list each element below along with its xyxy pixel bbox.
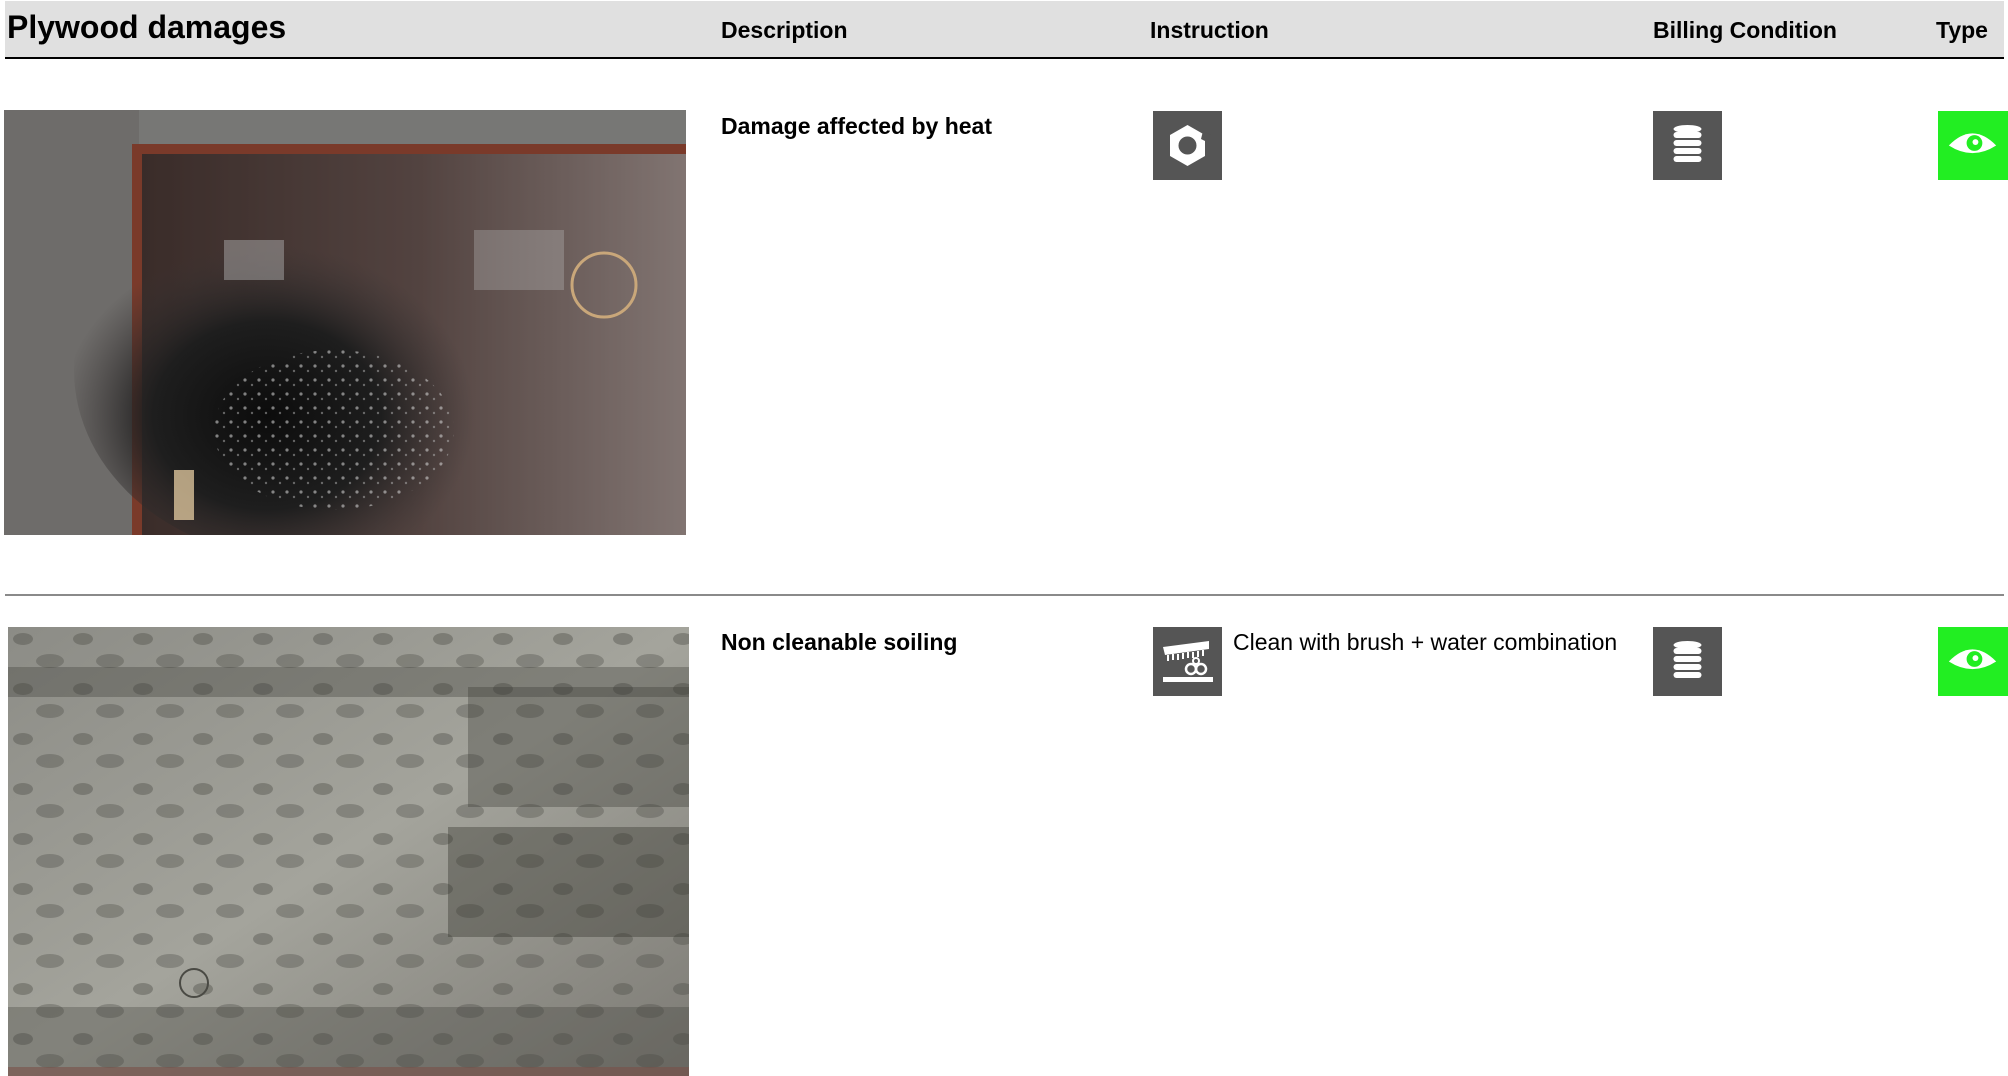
table-row: Non cleanable soiling Clean with brush +…: [0, 0, 2008, 1076]
coin-stack-icon: [1653, 627, 1722, 696]
eye-icon: [1938, 627, 2008, 696]
row-description: Non cleanable soiling: [721, 629, 958, 655]
soiling-photo: [8, 627, 689, 1076]
brush-water-icon: [1153, 627, 1222, 696]
instruction-text: Clean with brush + water combination: [1233, 629, 1618, 655]
